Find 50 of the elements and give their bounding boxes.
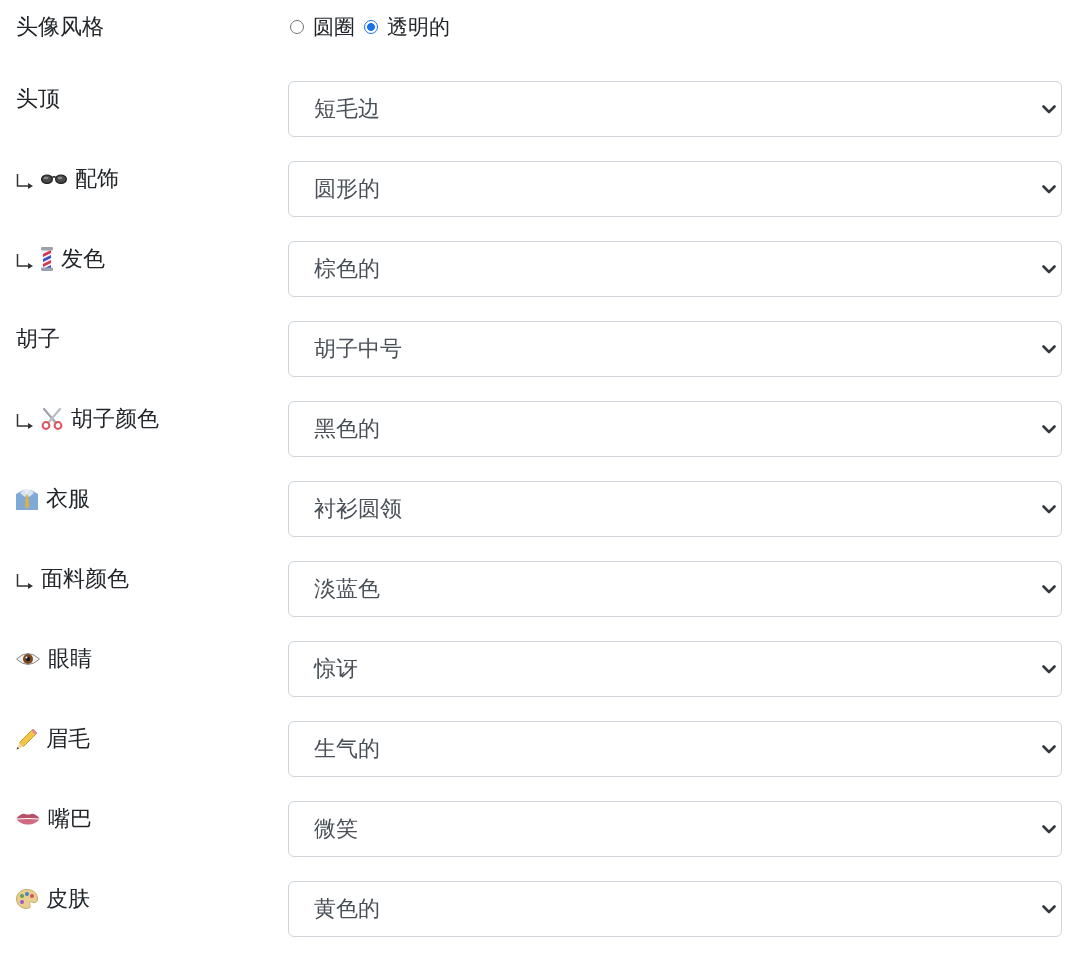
chevron-icon xyxy=(1042,744,1056,754)
glasses-icon xyxy=(41,174,67,184)
field-label: 眼睛 xyxy=(48,645,92,673)
lips-icon xyxy=(16,813,40,825)
field-label: 皮肤 xyxy=(46,885,90,913)
dropdown[interactable]: 胡子中号 xyxy=(288,321,1062,377)
field-label: 头像风格 xyxy=(16,13,104,41)
field-label: 衣服 xyxy=(46,485,90,513)
corner-arrow-icon xyxy=(16,573,33,589)
dropdown[interactable]: 黑色的 xyxy=(288,401,1062,457)
dropdown[interactable]: 圆形的 xyxy=(288,161,1062,217)
radio-label[interactable]: 透明的 xyxy=(387,13,450,41)
dropdown[interactable]: 淡蓝色 xyxy=(288,561,1062,617)
shirt-and-tie-icon xyxy=(16,488,38,510)
field-label: 胡子 xyxy=(16,325,60,353)
dropdown[interactable]: 短毛边 xyxy=(288,81,1062,137)
palette-icon xyxy=(16,889,38,909)
corner-arrow-icon xyxy=(16,413,33,429)
eye-icon xyxy=(16,652,40,666)
corner-arrow-icon xyxy=(16,253,33,269)
radio-button[interactable] xyxy=(364,20,378,34)
chevron-icon xyxy=(1042,824,1056,834)
chevron-icon xyxy=(1042,424,1056,434)
field-label: 嘴巴 xyxy=(48,805,92,833)
field-label: 眉毛 xyxy=(46,725,90,753)
pencil-icon xyxy=(16,728,38,750)
chevron-icon xyxy=(1042,904,1056,914)
dropdown[interactable]: 生气的 xyxy=(288,721,1062,777)
field-label: 配饰 xyxy=(75,165,119,193)
field-label: 发色 xyxy=(61,245,105,273)
chevron-icon xyxy=(1042,584,1056,594)
dropdown[interactable]: 衬衫圆领 xyxy=(288,481,1062,537)
chevron-icon xyxy=(1042,184,1056,194)
scissors-icon xyxy=(41,408,63,430)
chevron-icon xyxy=(1042,344,1056,354)
radio-button[interactable] xyxy=(290,20,304,34)
dropdown[interactable]: 棕色的 xyxy=(288,241,1062,297)
chevron-icon xyxy=(1042,264,1056,274)
chevron-icon xyxy=(1042,504,1056,514)
corner-arrow-icon xyxy=(16,173,33,189)
radio-label[interactable]: 圆圈 xyxy=(313,13,355,41)
dropdown[interactable]: 惊讶 xyxy=(288,641,1062,697)
dropdown[interactable]: 微笑 xyxy=(288,801,1062,857)
chevron-icon xyxy=(1042,104,1056,114)
field-label: 胡子颜色 xyxy=(71,405,159,433)
field-label: 头顶 xyxy=(16,85,60,113)
chevron-icon xyxy=(1042,664,1056,674)
field-label: 面料颜色 xyxy=(41,565,129,593)
dropdown[interactable]: 黄色的 xyxy=(288,881,1062,937)
barber-pole-icon xyxy=(41,247,53,271)
